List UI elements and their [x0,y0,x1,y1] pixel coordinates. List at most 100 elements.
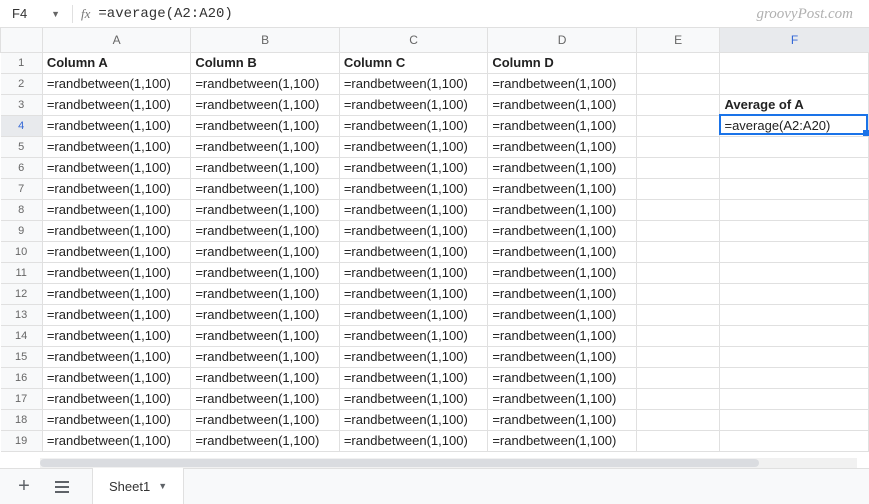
cell-A14[interactable]: =randbetween(1,100) [42,325,191,346]
row-header-4[interactable]: 4 [1,115,43,136]
cell-B3[interactable]: =randbetween(1,100) [191,94,340,115]
formula-input[interactable] [98,6,861,22]
cell-C8[interactable]: =randbetween(1,100) [339,199,488,220]
cell-F4[interactable]: =average(A2:A20) [720,115,869,136]
cell-D9[interactable]: =randbetween(1,100) [488,220,637,241]
cell-E16[interactable] [636,367,720,388]
row-header-11[interactable]: 11 [1,262,43,283]
cell-E7[interactable] [636,178,720,199]
cell-A1[interactable]: Column A [42,52,191,73]
cell-A19[interactable]: =randbetween(1,100) [42,430,191,451]
cell-F7[interactable] [720,178,869,199]
cell-F12[interactable] [720,283,869,304]
cell-A12[interactable]: =randbetween(1,100) [42,283,191,304]
cell-E17[interactable] [636,388,720,409]
cell-C15[interactable]: =randbetween(1,100) [339,346,488,367]
cell-E19[interactable] [636,430,720,451]
cell-C4[interactable]: =randbetween(1,100) [339,115,488,136]
cell-F1[interactable] [720,52,869,73]
cell-E1[interactable] [636,52,720,73]
row-header-2[interactable]: 2 [1,73,43,94]
cell-D1[interactable]: Column D [488,52,637,73]
cell-E11[interactable] [636,262,720,283]
cell-D15[interactable]: =randbetween(1,100) [488,346,637,367]
cell-A7[interactable]: =randbetween(1,100) [42,178,191,199]
spreadsheet-grid[interactable]: ABCDEF1Column AColumn BColumn CColumn D2… [0,28,869,458]
cell-E13[interactable] [636,304,720,325]
cell-A6[interactable]: =randbetween(1,100) [42,157,191,178]
cell-E5[interactable] [636,136,720,157]
cell-F3[interactable]: Average of A [720,94,869,115]
cell-A15[interactable]: =randbetween(1,100) [42,346,191,367]
cell-F9[interactable] [720,220,869,241]
row-header-14[interactable]: 14 [1,325,43,346]
cell-B7[interactable]: =randbetween(1,100) [191,178,340,199]
cell-B2[interactable]: =randbetween(1,100) [191,73,340,94]
cell-E8[interactable] [636,199,720,220]
row-header-18[interactable]: 18 [1,409,43,430]
row-header-1[interactable]: 1 [1,52,43,73]
cell-D5[interactable]: =randbetween(1,100) [488,136,637,157]
cell-C19[interactable]: =randbetween(1,100) [339,430,488,451]
cell-B14[interactable]: =randbetween(1,100) [191,325,340,346]
cell-A4[interactable]: =randbetween(1,100) [42,115,191,136]
cell-A8[interactable]: =randbetween(1,100) [42,199,191,220]
cell-F19[interactable] [720,430,869,451]
cell-D4[interactable]: =randbetween(1,100) [488,115,637,136]
cell-D16[interactable]: =randbetween(1,100) [488,367,637,388]
cell-C12[interactable]: =randbetween(1,100) [339,283,488,304]
cell-B17[interactable]: =randbetween(1,100) [191,388,340,409]
cell-E15[interactable] [636,346,720,367]
name-box[interactable]: F4 ▼ [8,4,64,23]
cell-B10[interactable]: =randbetween(1,100) [191,241,340,262]
cell-A2[interactable]: =randbetween(1,100) [42,73,191,94]
add-sheet-button[interactable]: + [10,473,38,501]
row-header-15[interactable]: 15 [1,346,43,367]
cell-B5[interactable]: =randbetween(1,100) [191,136,340,157]
horizontal-scrollbar-thumb[interactable] [40,459,759,467]
cell-F10[interactable] [720,241,869,262]
cell-B11[interactable]: =randbetween(1,100) [191,262,340,283]
cell-D13[interactable]: =randbetween(1,100) [488,304,637,325]
cell-C10[interactable]: =randbetween(1,100) [339,241,488,262]
cell-D8[interactable]: =randbetween(1,100) [488,199,637,220]
column-header-D[interactable]: D [488,28,637,52]
cell-F13[interactable] [720,304,869,325]
sheet-tab[interactable]: Sheet1 ▼ [92,468,184,504]
name-box-dropdown-icon[interactable]: ▼ [51,9,60,19]
row-header-17[interactable]: 17 [1,388,43,409]
cell-F15[interactable] [720,346,869,367]
select-all-corner[interactable] [1,28,43,52]
cell-C5[interactable]: =randbetween(1,100) [339,136,488,157]
cell-D18[interactable]: =randbetween(1,100) [488,409,637,430]
cell-F16[interactable] [720,367,869,388]
cell-B13[interactable]: =randbetween(1,100) [191,304,340,325]
cell-B15[interactable]: =randbetween(1,100) [191,346,340,367]
cell-B18[interactable]: =randbetween(1,100) [191,409,340,430]
row-header-13[interactable]: 13 [1,304,43,325]
cell-D7[interactable]: =randbetween(1,100) [488,178,637,199]
cell-B16[interactable]: =randbetween(1,100) [191,367,340,388]
cell-C6[interactable]: =randbetween(1,100) [339,157,488,178]
row-header-9[interactable]: 9 [1,220,43,241]
column-header-C[interactable]: C [339,28,488,52]
cell-F6[interactable] [720,157,869,178]
column-header-A[interactable]: A [42,28,191,52]
cell-D17[interactable]: =randbetween(1,100) [488,388,637,409]
cell-B6[interactable]: =randbetween(1,100) [191,157,340,178]
cell-F8[interactable] [720,199,869,220]
cell-A17[interactable]: =randbetween(1,100) [42,388,191,409]
cell-D14[interactable]: =randbetween(1,100) [488,325,637,346]
cell-B8[interactable]: =randbetween(1,100) [191,199,340,220]
cell-A9[interactable]: =randbetween(1,100) [42,220,191,241]
row-header-10[interactable]: 10 [1,241,43,262]
row-header-8[interactable]: 8 [1,199,43,220]
cell-C3[interactable]: =randbetween(1,100) [339,94,488,115]
cell-C1[interactable]: Column C [339,52,488,73]
column-header-F[interactable]: F [720,28,869,52]
cell-D6[interactable]: =randbetween(1,100) [488,157,637,178]
cell-C18[interactable]: =randbetween(1,100) [339,409,488,430]
cell-D10[interactable]: =randbetween(1,100) [488,241,637,262]
cell-E9[interactable] [636,220,720,241]
cell-A10[interactable]: =randbetween(1,100) [42,241,191,262]
